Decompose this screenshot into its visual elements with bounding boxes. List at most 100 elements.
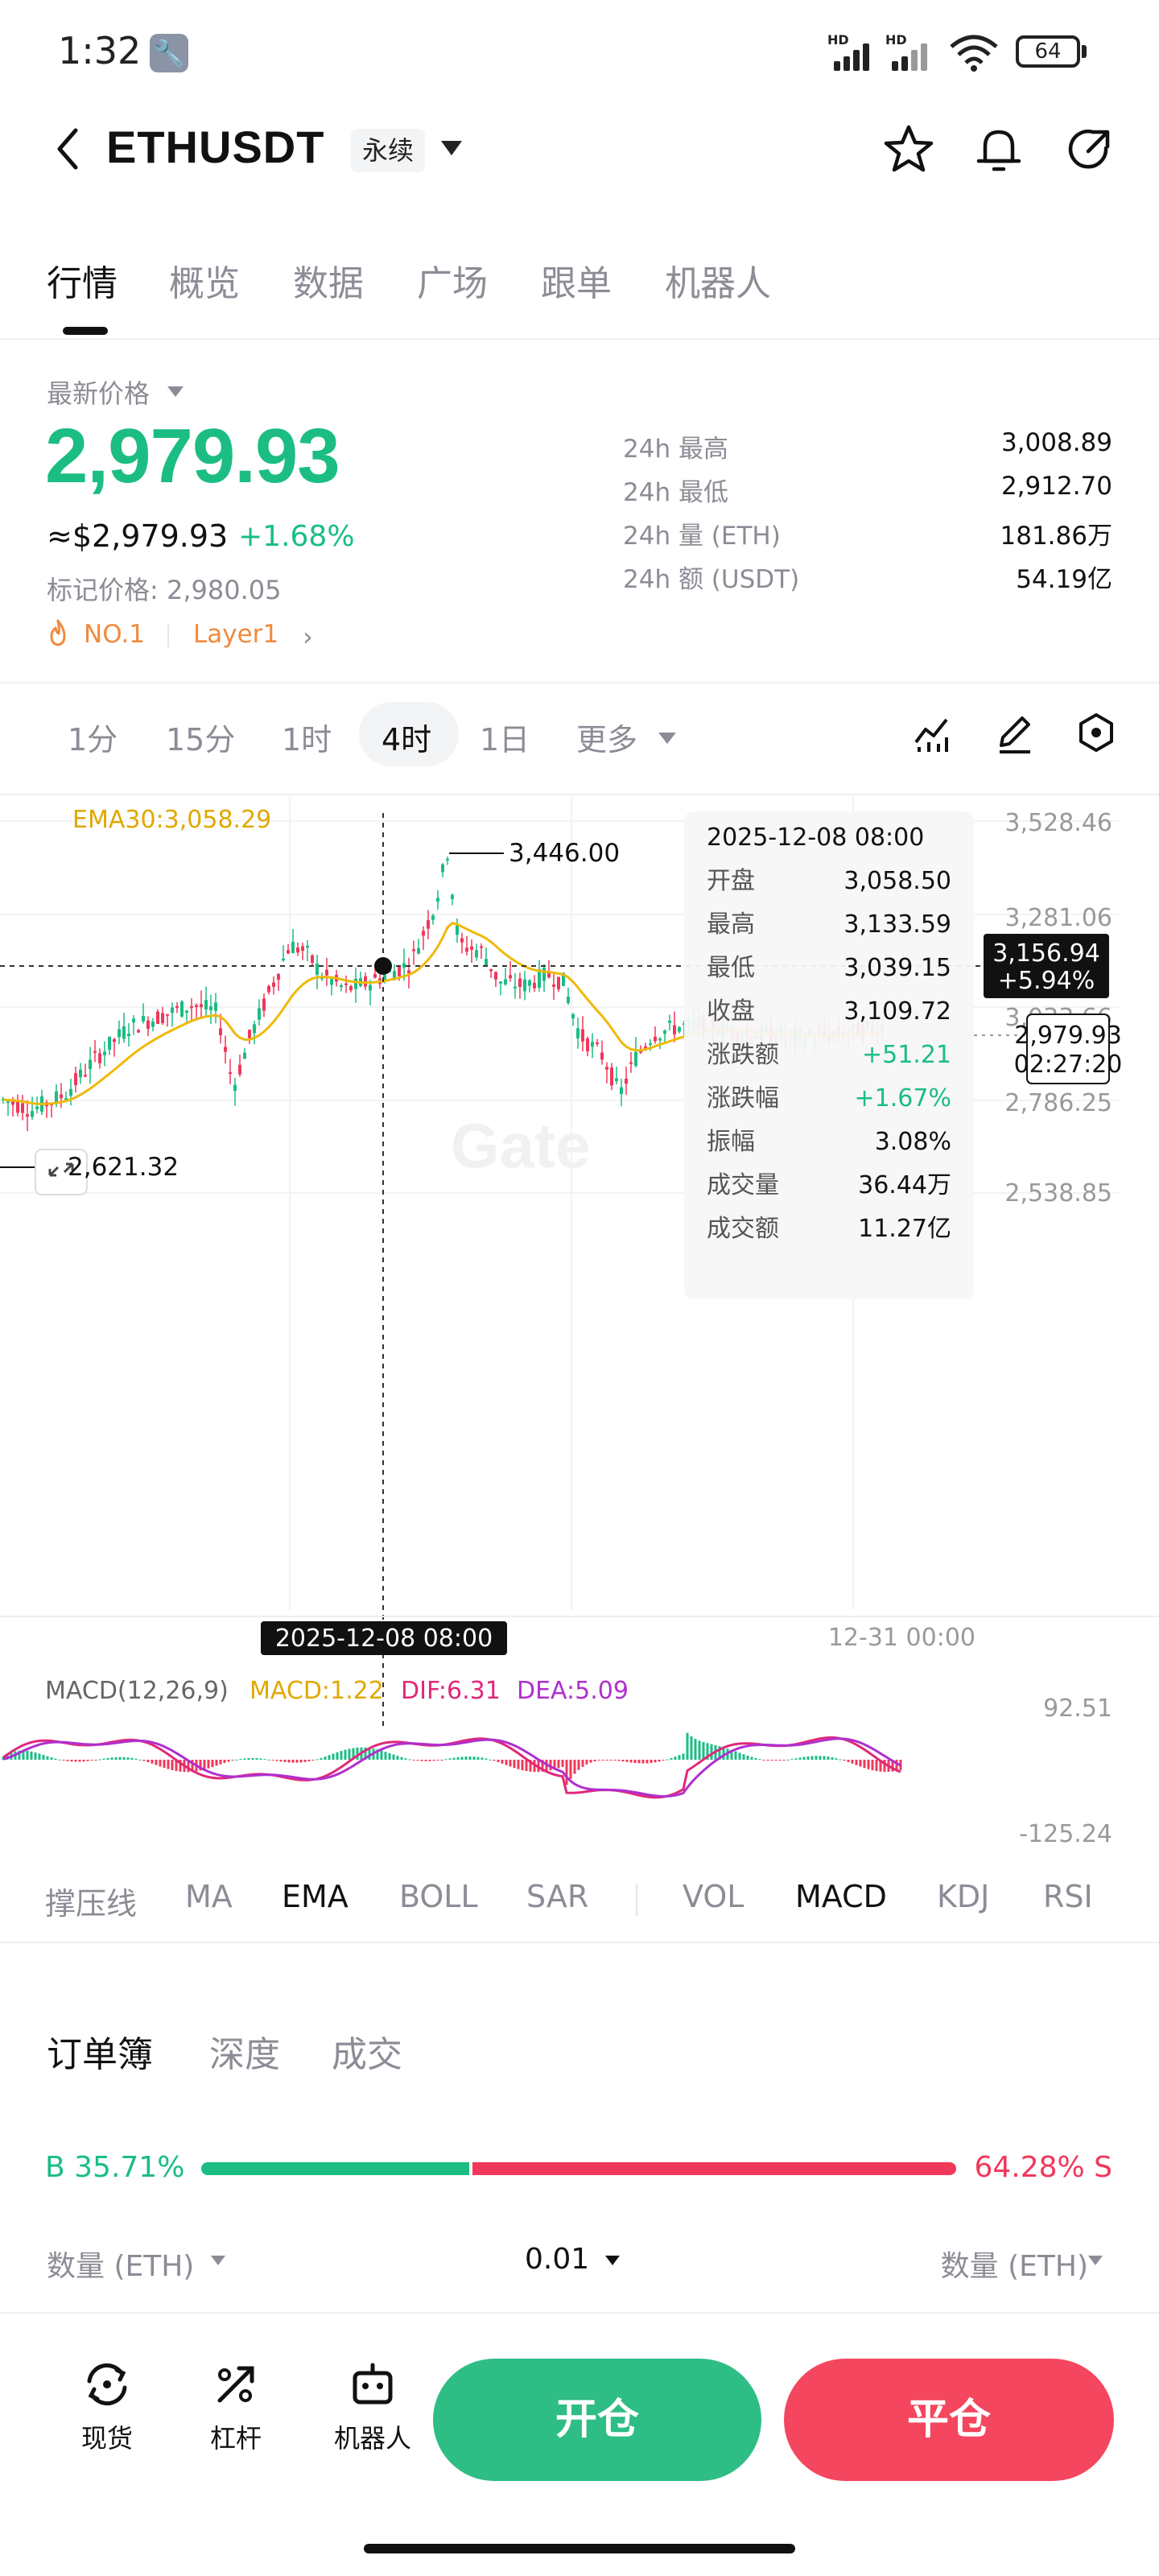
- macd-bar: [758, 1759, 761, 1761]
- candle-body: [441, 864, 444, 873]
- indicator-ma[interactable]: MA: [185, 1879, 233, 1914]
- candle-body: [349, 985, 353, 991]
- tab-bots[interactable]: 机器人: [665, 254, 771, 306]
- indicator-support-resistance[interactable]: 撑压线: [45, 1879, 137, 1923]
- candle-body: [74, 1073, 77, 1085]
- macd-bar: [78, 1760, 81, 1762]
- macd-bar: [750, 1757, 753, 1760]
- interval-1h[interactable]: 1时: [282, 715, 332, 759]
- candle-body: [311, 955, 314, 963]
- macd-bar: [682, 1753, 685, 1760]
- indicator-chart-icon[interactable]: [909, 710, 955, 755]
- tab-market[interactable]: 行情: [47, 254, 118, 306]
- macd-bar: [432, 1760, 435, 1761]
- caret-down-icon[interactable]: [605, 2256, 620, 2265]
- bell-alert-icon[interactable]: [971, 121, 1027, 177]
- pair-dropdown-caret-icon[interactable]: [441, 141, 462, 155]
- star-favorite-icon[interactable]: [881, 121, 937, 177]
- macd-label: MACD(12,26,9): [45, 1677, 229, 1705]
- indicator-boll[interactable]: BOLL: [399, 1879, 478, 1914]
- macd-bar: [513, 1760, 516, 1769]
- price-precision[interactable]: 0.01: [525, 2243, 589, 2276]
- indicator-sar[interactable]: SAR: [526, 1879, 588, 1914]
- candle-body: [678, 1026, 681, 1032]
- buy-ratio-fill: [201, 2162, 469, 2175]
- macd-bar: [62, 1760, 65, 1761]
- candle-body: [316, 964, 319, 975]
- macd-bar: [54, 1758, 57, 1760]
- rank-tag[interactable]: NO.1: [84, 620, 145, 649]
- tooltip-label: 开盘: [707, 867, 755, 895]
- tab-copy-trading[interactable]: 跟单: [541, 254, 612, 306]
- share-icon[interactable]: [1061, 121, 1117, 177]
- macd-bar: [589, 1760, 592, 1763]
- interval-15m[interactable]: 15分: [166, 715, 235, 759]
- macd-bar: [674, 1757, 677, 1760]
- draw-pencil-icon[interactable]: [992, 710, 1037, 755]
- caret-down-icon[interactable]: [1088, 2256, 1103, 2265]
- interval-4h[interactable]: 4时: [382, 715, 431, 759]
- tab-orderbook[interactable]: 订单簿: [47, 2025, 153, 2077]
- usd-price: ≈$2,979.93: [47, 518, 229, 554]
- indicator-rsi[interactable]: RSI: [1043, 1879, 1093, 1914]
- tooltip-label: 最低: [707, 954, 755, 982]
- chevron-right-icon[interactable]: ›: [303, 621, 313, 652]
- candle-body: [103, 1051, 106, 1055]
- candle-body: [340, 985, 343, 988]
- buy-ratio-label: B 35.71%: [45, 2151, 185, 2184]
- indicator-ema[interactable]: EMA: [282, 1879, 349, 1914]
- macd-bar: [613, 1760, 617, 1761]
- macd-bar: [159, 1760, 162, 1767]
- dea-value: DEA:5.09: [517, 1677, 629, 1705]
- macd-bar: [770, 1760, 773, 1761]
- tab-square[interactable]: 广场: [417, 254, 488, 306]
- more-caret-icon[interactable]: [658, 733, 676, 744]
- macd-bar: [448, 1758, 452, 1760]
- candle-body: [137, 1030, 140, 1033]
- interval-1m[interactable]: 1分: [68, 715, 118, 759]
- macd-bar: [86, 1760, 89, 1761]
- ask-quantity-unit[interactable]: 数量 (ETH): [941, 2243, 1088, 2285]
- bid-quantity-unit[interactable]: 数量 (ETH): [47, 2243, 194, 2285]
- macd-bar: [98, 1759, 101, 1761]
- robot-icon: [353, 2363, 393, 2405]
- open-position-button[interactable]: 开仓: [433, 2359, 761, 2481]
- category-tag[interactable]: Layer1: [193, 620, 278, 649]
- macd-bar: [456, 1757, 460, 1760]
- candle-body: [60, 1094, 63, 1099]
- macd-axis-top: 92.51: [1043, 1695, 1112, 1723]
- chart-settings-icon[interactable]: [1074, 710, 1119, 755]
- macd-bar: [472, 1757, 476, 1760]
- tab-trades[interactable]: 成交: [332, 2025, 402, 2077]
- caret-down-icon[interactable]: [211, 2256, 225, 2265]
- latest-price-caret-icon[interactable]: [167, 386, 184, 397]
- nav-spot[interactable]: 现货: [63, 2359, 151, 2455]
- macd-bar: [408, 1759, 411, 1761]
- crosshair-change: +5.94%: [998, 967, 1095, 995]
- indicator-macd[interactable]: MACD: [795, 1879, 887, 1914]
- macd-bar: [316, 1759, 319, 1761]
- stat-low-value: 2,912.70: [1000, 472, 1112, 501]
- contract-type-badge[interactable]: 永续: [351, 129, 426, 172]
- tooltip-label: 成交额: [707, 1215, 779, 1243]
- nav-bot[interactable]: 机器人: [320, 2359, 425, 2455]
- macd-bar: [102, 1758, 105, 1760]
- macd-bar: [287, 1760, 291, 1763]
- macd-bar: [307, 1760, 311, 1761]
- macd-bar: [621, 1760, 625, 1762]
- interval-1d[interactable]: 1日: [480, 715, 530, 759]
- tab-overview[interactable]: 概览: [169, 254, 240, 306]
- indicator-kdj[interactable]: KDJ: [937, 1879, 989, 1914]
- tab-depth[interactable]: 深度: [209, 2025, 280, 2077]
- pair-title[interactable]: ETHUSDT: [106, 121, 324, 173]
- back-arrow-icon[interactable]: [48, 121, 89, 177]
- tab-data[interactable]: 数据: [293, 254, 364, 306]
- candle-body: [282, 958, 285, 961]
- close-position-button[interactable]: 平仓: [784, 2359, 1114, 2481]
- tooltip-value: 3,133.59: [843, 910, 951, 939]
- latest-price-label[interactable]: 最新价格: [47, 374, 150, 411]
- price-chart[interactable]: Gate EMA30:3,058.29 3,528.46 3,281.06 3,…: [0, 797, 1159, 1852]
- nav-leverage[interactable]: 杠杆: [192, 2359, 280, 2455]
- indicator-vol[interactable]: VOL: [683, 1879, 744, 1914]
- interval-more[interactable]: 更多: [576, 715, 637, 759]
